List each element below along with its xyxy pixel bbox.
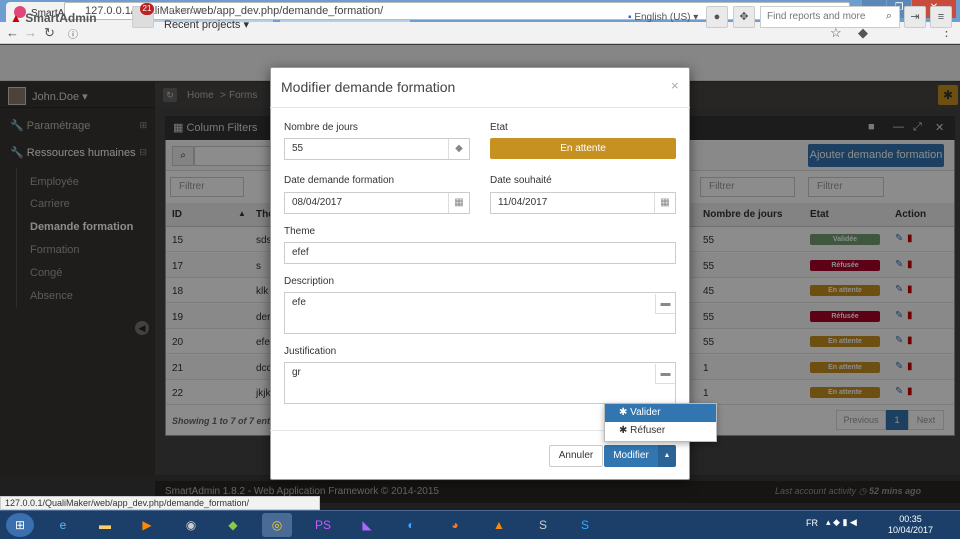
- microphone-button[interactable]: ●: [706, 6, 728, 28]
- justification-textarea[interactable]: gr: [284, 362, 676, 404]
- ie-icon[interactable]: e: [48, 513, 78, 537]
- chrome-icon[interactable]: ◎: [262, 513, 292, 537]
- description-textarea[interactable]: efe: [284, 292, 676, 334]
- divider: [270, 107, 690, 108]
- info-icon[interactable]: ⓘ: [68, 26, 78, 41]
- menu-item-refuser[interactable]: ✱ Réfuser: [605, 422, 716, 440]
- menu-item-valider[interactable]: ✱ Valider: [605, 404, 716, 422]
- folder-icon[interactable]: ▬: [90, 513, 120, 537]
- nombre-jours-input[interactable]: 55: [284, 138, 470, 160]
- gear-icon: ✱: [619, 407, 631, 418]
- description-label: Description: [284, 276, 335, 287]
- status-url: 127.0.0.1/QualiMaker/web/app_dev.php/dem…: [0, 496, 320, 510]
- clock-date: 10/04/2017: [888, 525, 934, 535]
- skype-icon[interactable]: S: [570, 513, 600, 537]
- media-player-icon[interactable]: ▶: [132, 513, 162, 537]
- app-icon[interactable]: ◉: [176, 513, 206, 537]
- phpstorm-icon[interactable]: PS: [308, 513, 338, 537]
- taskbar-clock[interactable]: 00:35 10/04/2017: [888, 514, 933, 536]
- date-demande-input[interactable]: 08/04/2017: [284, 192, 470, 214]
- logout-button[interactable]: ⇥: [904, 6, 926, 28]
- tray-icons[interactable]: ▴ ◆ ▮ ◀: [826, 517, 857, 528]
- forward-icon[interactable]: →: [24, 25, 37, 40]
- firefox-icon[interactable]: ◕: [440, 513, 470, 537]
- dropdown-toggle-button[interactable]: ▲: [658, 445, 676, 467]
- close-icon[interactable]: ×: [671, 78, 679, 93]
- language-label: English (US): [634, 12, 691, 23]
- back-icon[interactable]: ←: [6, 25, 19, 40]
- date-demande-label: Date demande formation: [284, 175, 395, 186]
- nombre-jours-label: Nombre de jours: [284, 122, 358, 133]
- date-souhaite-label: Date souhaité: [490, 175, 552, 186]
- start-button[interactable]: ⊞: [6, 513, 34, 537]
- calendar-icon[interactable]: ▦: [654, 193, 675, 213]
- reload-icon[interactable]: ↻: [44, 25, 55, 41]
- menu-toggle-button[interactable]: ≡: [930, 6, 952, 28]
- projects-value: Recent projects: [164, 19, 241, 31]
- modal-title: Modifier demande formation: [281, 79, 456, 95]
- clock-time: 00:35: [899, 514, 922, 524]
- vlc-icon[interactable]: ▲: [484, 513, 514, 537]
- sublime-icon[interactable]: S: [528, 513, 558, 537]
- search-icon[interactable]: ⌕: [878, 6, 900, 28]
- fullscreen-button[interactable]: ✥: [733, 6, 755, 28]
- comment-icon: ▬: [655, 364, 675, 384]
- app-logo: ▲ SmartAdmin: [10, 11, 97, 25]
- menu-item-label: Réfuser: [630, 425, 666, 436]
- android-icon[interactable]: ◆: [218, 513, 248, 537]
- date-souhaite-input[interactable]: 11/04/2017: [490, 192, 676, 214]
- calendar-icon[interactable]: ▦: [448, 193, 469, 213]
- theme-input[interactable]: efef: [284, 242, 676, 264]
- language-selector[interactable]: ▪ English (US) ▾: [628, 12, 698, 23]
- comment-icon: ▬: [655, 294, 675, 314]
- keyboard-language[interactable]: FR: [806, 518, 818, 528]
- projects-label: PROJECTS: [164, 8, 206, 15]
- etat-label: Etat: [490, 122, 508, 133]
- projects-dropdown[interactable]: Recent projects ▾: [164, 18, 249, 31]
- modify-button[interactable]: Modifier: [604, 445, 658, 467]
- cancel-button[interactable]: Annuler: [549, 445, 603, 467]
- gear-icon: ✱: [619, 425, 631, 436]
- theme-label: Theme: [284, 226, 316, 237]
- app-icon[interactable]: ◐: [396, 513, 426, 537]
- menu-item-label: Valider: [630, 407, 661, 418]
- visual-studio-icon[interactable]: ◣: [352, 513, 382, 537]
- justification-label: Justification: [284, 346, 337, 357]
- etat-badge: En attente: [490, 138, 676, 159]
- notification-badge: 21: [140, 3, 154, 15]
- tag-icon: ◆: [448, 139, 469, 159]
- logo-text: SmartAdmin: [25, 11, 97, 25]
